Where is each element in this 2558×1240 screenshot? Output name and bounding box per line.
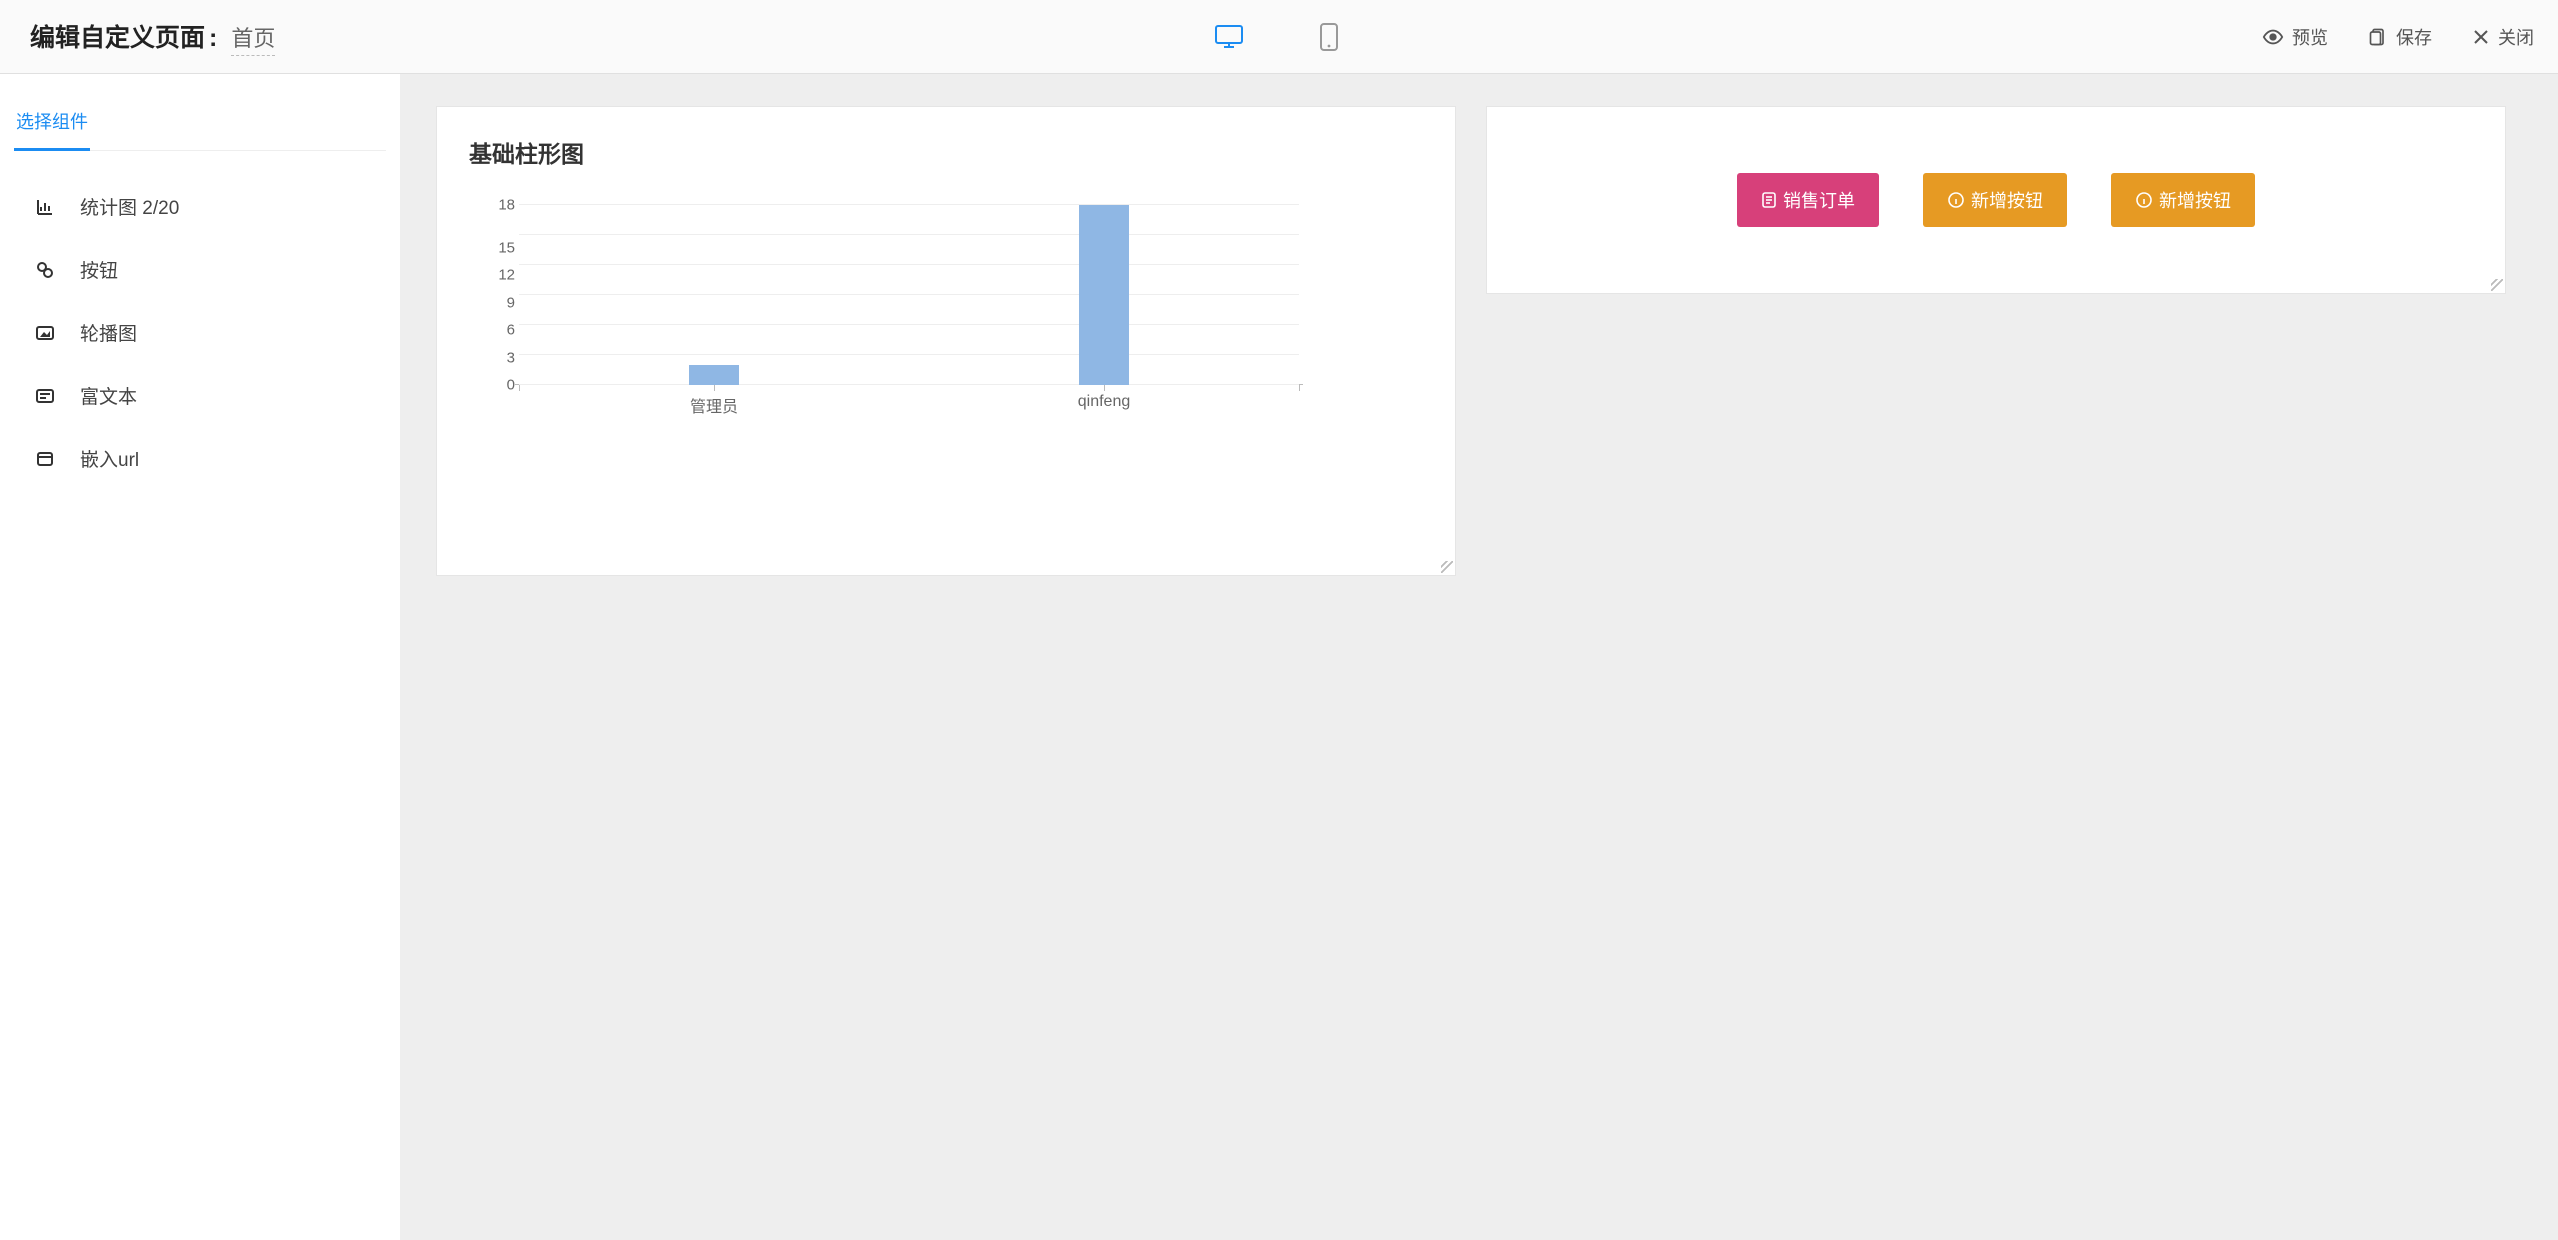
close-label: 关闭 [2498, 24, 2534, 50]
sidebar-item-button[interactable]: 按钮 [14, 238, 386, 301]
button-icon [34, 259, 56, 281]
sidebar-item-label: 统计图 2/20 [80, 193, 179, 220]
chart-gridline [519, 264, 1299, 265]
page-header: 编辑自定义页面 : 首页 [0, 0, 2558, 74]
chart-y-axis: 1815129630 [475, 205, 515, 385]
chart-y-tick: 12 [498, 268, 515, 283]
chart-gridline [519, 384, 1299, 385]
device-desktop-button[interactable] [1209, 17, 1249, 57]
eye-icon [2262, 26, 2284, 48]
mobile-icon [1319, 22, 1339, 52]
chart-gridline [519, 294, 1299, 295]
device-mobile-button[interactable] [1309, 17, 1349, 57]
chart-bar [1079, 205, 1129, 385]
sidebar-item-label: 富文本 [80, 382, 137, 409]
buttons-widget[interactable]: 销售订单 新增按钮 新增按钮 [1486, 106, 2506, 294]
button-label: 新增按钮 [2159, 187, 2231, 213]
desktop-icon [1214, 24, 1244, 50]
design-canvas[interactable]: 基础柱形图 1815129630 管理员qinfeng 销售订单新增按钮新增按钮 [400, 74, 2558, 1240]
chart-gridline [519, 234, 1299, 235]
preview-label: 预览 [2292, 24, 2328, 50]
chart-x-tick [1104, 385, 1105, 391]
url-icon [34, 448, 56, 470]
chart-icon [34, 196, 56, 218]
workspace: 选择组件 统计图 2/20 按钮 [0, 74, 2558, 1240]
chart-x-tick [714, 385, 715, 391]
chart-gridline [519, 354, 1299, 355]
button-label: 销售订单 [1783, 187, 1855, 213]
sidebar-item-chart[interactable]: 统计图 2/20 [14, 175, 386, 238]
save-icon [2368, 27, 2388, 47]
close-button[interactable]: 关闭 [2472, 24, 2534, 50]
canvas-button-1[interactable]: 新增按钮 [1923, 173, 2067, 227]
chart-gridline [519, 204, 1299, 205]
chart-x-tick [519, 385, 520, 391]
chart-title: 基础柱形图 [469, 135, 1427, 169]
canvas-button-0[interactable]: 销售订单 [1737, 173, 1879, 227]
sidebar-item-label: 按钮 [80, 256, 118, 283]
chart-bar [689, 365, 739, 385]
info-icon [2135, 191, 2153, 209]
richtext-icon [34, 385, 56, 407]
chart-widget[interactable]: 基础柱形图 1815129630 管理员qinfeng [436, 106, 1456, 576]
component-list: 统计图 2/20 按钮 轮播图 [14, 151, 386, 490]
sidebar-item-label: 轮播图 [80, 319, 137, 346]
chart-gridline [519, 324, 1299, 325]
chart-y-tick: 6 [507, 323, 515, 338]
chart-y-tick: 9 [507, 295, 515, 310]
page-name-editable[interactable]: 首页 [231, 21, 275, 56]
close-icon [2472, 28, 2490, 46]
save-label: 保存 [2396, 24, 2432, 50]
page-title-prefix: 编辑自定义页面 [30, 18, 205, 54]
sidebar-tab-select-component[interactable]: 选择组件 [14, 98, 90, 151]
sidebar-item-carousel[interactable]: 轮播图 [14, 301, 386, 364]
sidebar-item-embed-url[interactable]: 嵌入url [14, 427, 386, 490]
preview-button[interactable]: 预览 [2262, 24, 2328, 50]
header-actions: 预览 保存 关闭 [2262, 24, 2534, 50]
chart-y-tick: 3 [507, 350, 515, 365]
doc-icon [1761, 191, 1777, 209]
component-sidebar: 选择组件 统计图 2/20 按钮 [0, 74, 400, 1240]
chart-x-tick [1299, 385, 1300, 391]
sidebar-item-label: 嵌入url [80, 445, 139, 472]
button-label: 新增按钮 [1971, 187, 2043, 213]
chart-x-label: 管理员 [690, 393, 738, 417]
chart-y-tick: 0 [507, 378, 515, 393]
chart-y-tick: 15 [498, 240, 515, 255]
chart-x-label: qinfeng [1078, 393, 1131, 411]
chart-y-tick: 18 [498, 198, 515, 213]
image-icon [34, 322, 56, 344]
canvas-button-2[interactable]: 新增按钮 [2111, 173, 2255, 227]
page-title-group: 编辑自定义页面 : 首页 [30, 18, 275, 56]
page-title-colon: : [209, 24, 217, 53]
chart-plot-area: 管理员qinfeng [519, 205, 1299, 385]
info-icon [1947, 191, 1965, 209]
chart-plot: 1815129630 管理员qinfeng [519, 205, 1299, 385]
save-button[interactable]: 保存 [2368, 24, 2432, 50]
device-switcher [1209, 0, 1349, 73]
sidebar-item-richtext[interactable]: 富文本 [14, 364, 386, 427]
